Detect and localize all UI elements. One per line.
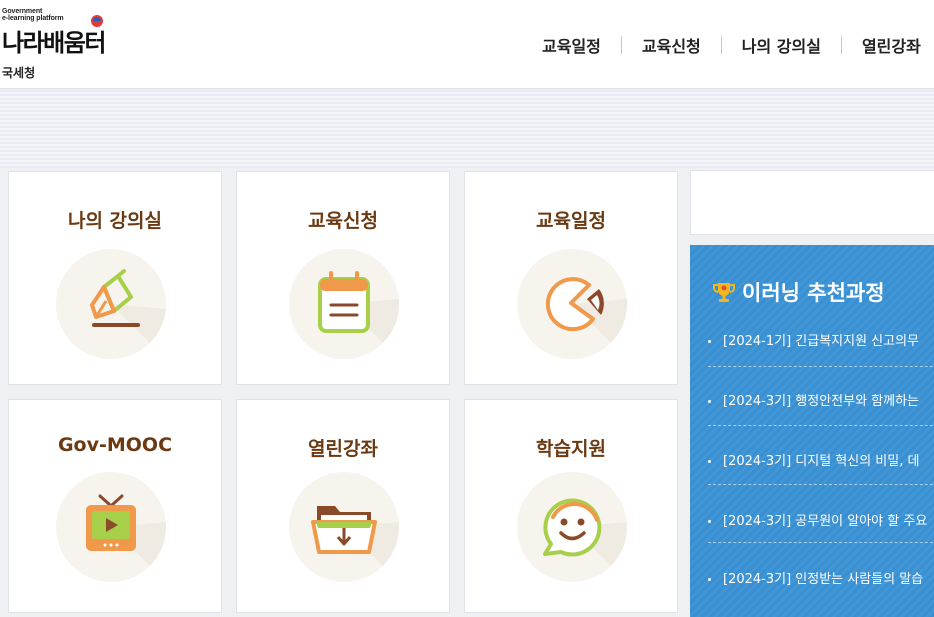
tile-icon-circle [56,249,166,359]
tile-learning-support[interactable]: 학습지원 [464,399,678,613]
reco-item-label: [2024-3기] 공무원이 알아야 할 주요 [723,514,928,529]
reco-item-label: [2024-3기] 인정받는 사람들의 말습 [723,572,924,587]
reco-item[interactable]: [2024-3기] 행정안전부와 함께하는 [708,390,934,409]
nav-item-open-lectures[interactable]: 열린강좌 [842,33,934,57]
bullet-icon [708,400,711,403]
logo-mark-icon [91,15,103,27]
nav-item-schedule[interactable]: 교육일정 [522,33,621,57]
tile-icon-circle [517,249,627,359]
folder-download-icon [311,506,399,582]
tile-course-apply[interactable]: 교육신청 [236,171,450,385]
tile-gov-mooc[interactable]: Gov-MOOC [8,399,222,613]
reco-item[interactable]: [2024-1기] 긴급복지지원 신고의무 [708,330,934,349]
reco-header: 이러닝 추천과정 [712,277,885,307]
reco-item-label: [2024-3기] 디지털 혁신의 비밀, 데 [723,454,920,469]
pie-chart-icon [545,277,627,359]
org-name: 국세청 [2,66,36,80]
site-header: Government e-learning platform 나라배움터 국세청… [0,0,934,89]
reco-title: 이러닝 추천과정 [742,281,885,305]
reco-divider [708,425,934,426]
recommended-courses-panel: 이러닝 추천과정 [2024-1기] 긴급복지지원 신고의무 [2024-3기]… [690,245,934,617]
reco-divider [708,542,934,543]
reco-item[interactable]: [2024-3기] 디지털 혁신의 비밀, 데 [708,450,934,469]
tile-title: 열린강좌 [308,438,378,460]
reco-item[interactable]: [2024-3기] 공무원이 알아야 할 주요 [708,510,934,529]
nav-item-apply[interactable]: 교육신청 [622,33,721,57]
reco-divider [708,484,934,485]
tile-icon-circle [289,249,399,359]
main-nav: 교육일정 교육신청 나의 강의실 열린강좌 [522,32,934,58]
tile-my-classroom[interactable]: 나의 강의실 [8,171,222,385]
tile-title: 교육일정 [536,210,606,232]
tile-open-lectures[interactable]: 열린강좌 [236,399,450,613]
reco-item-label: [2024-1기] 긴급복지지원 신고의무 [723,334,920,349]
tv-icon [86,494,166,582]
reco-item[interactable]: [2024-3기] 인정받는 사람들의 말습 [708,568,934,587]
bullet-icon [708,578,711,581]
bullet-icon [708,340,711,343]
smile-chat-icon [543,498,627,582]
tile-course-schedule[interactable]: 교육일정 [464,171,678,385]
site-logo[interactable]: Government e-learning platform 나라배움터 [2,8,142,58]
bullet-icon [708,460,711,463]
tile-title: 학습지원 [536,438,606,460]
reco-item-label: [2024-3기] 행정안전부와 함께하는 [723,394,920,409]
tile-title: 교육신청 [308,210,378,232]
nav-item-my-classroom[interactable]: 나의 강의실 [722,33,841,57]
tile-icon-circle [517,472,627,582]
logo-subtitle: Government e-learning platform [2,8,64,22]
reco-divider [708,366,934,367]
tile-icon-circle [289,472,399,582]
trophy-icon [713,283,735,302]
tile-title: 나의 강의실 [67,210,162,232]
search-panel[interactable] [690,170,934,235]
logo-title: 나라배움터 [2,29,106,57]
bullet-icon [708,520,711,523]
pen-icon [90,269,166,359]
tile-title: Gov-MOOC [57,434,173,456]
calendar-icon [318,271,399,359]
banner-stripe [0,90,934,168]
tile-icon-circle [56,472,166,582]
